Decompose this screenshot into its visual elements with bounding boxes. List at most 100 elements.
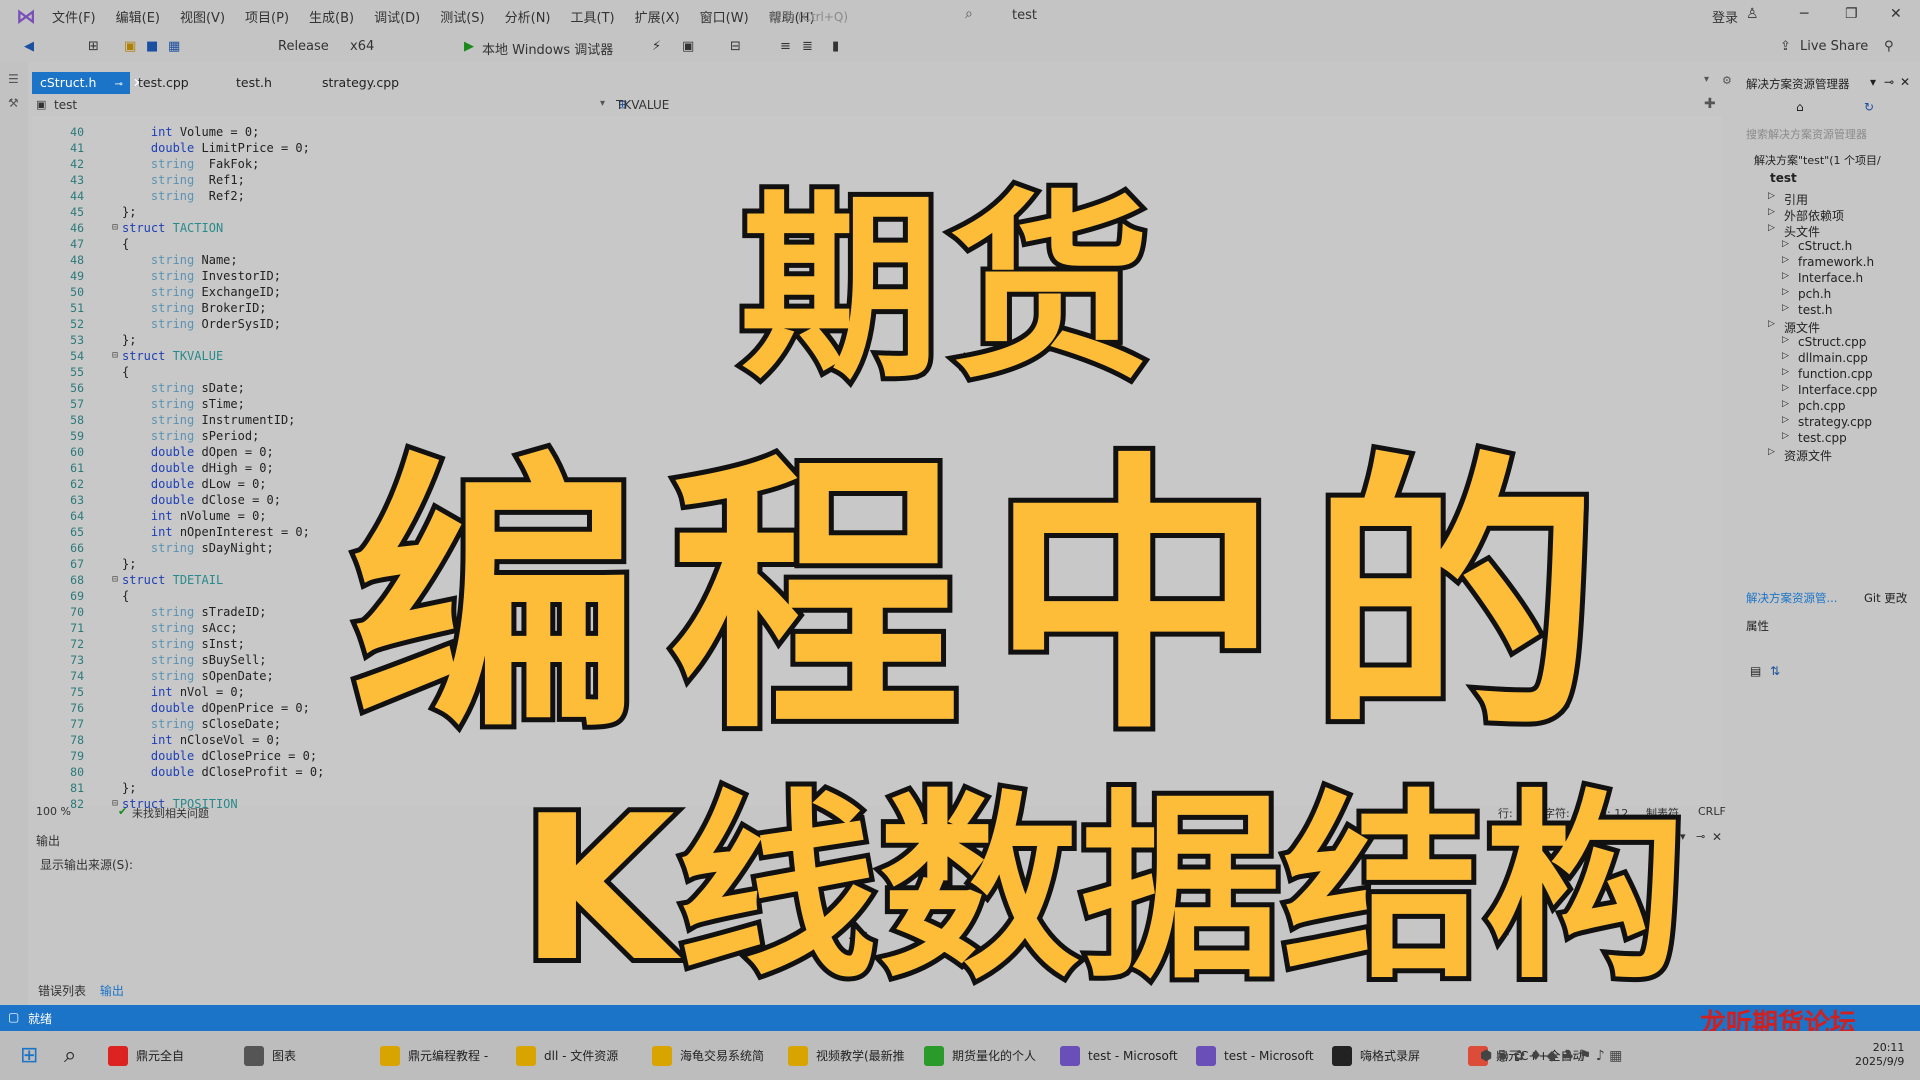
menu-test[interactable]: 测试(S): [440, 7, 484, 26]
solution-search-input[interactable]: 搜索解决方案资源管理器: [1746, 126, 1867, 142]
code-line[interactable]: 52 string OrderSysID;: [32, 316, 632, 332]
expand-arrow-icon[interactable]: ▷: [1782, 351, 1789, 361]
tree-item[interactable]: pch.cpp: [1798, 399, 1845, 413]
new-project-icon[interactable]: ⊞: [88, 39, 99, 54]
issues-indicator[interactable]: 未找到相关问题: [132, 805, 209, 821]
tab-list-dropdown-icon[interactable]: ▾: [1704, 74, 1709, 85]
taskbar-app[interactable]: test - Microsoft: [1196, 1031, 1314, 1080]
code-line[interactable]: 46 ⊟ struct TACTION: [32, 220, 632, 236]
close-icon[interactable]: ✕: [1900, 75, 1910, 89]
sort-icon[interactable]: ⇅: [1770, 664, 1780, 678]
refresh-icon[interactable]: ↻: [1864, 100, 1874, 114]
feedback-icon[interactable]: ⚲: [1884, 39, 1894, 54]
expand-arrow-icon[interactable]: ▷: [1782, 431, 1789, 441]
menu-build[interactable]: 生成(B): [309, 7, 354, 26]
code-line[interactable]: 50 string ExchangeID;: [32, 284, 632, 300]
save-all-icon[interactable]: ▦: [168, 39, 180, 54]
taskbar-app[interactable]: 鼎元全自: [108, 1031, 184, 1080]
search-icon[interactable]: ⌕: [64, 1031, 76, 1080]
expand-arrow-icon[interactable]: ▷: [1782, 367, 1789, 377]
search-input[interactable]: 搜索 (Ctrl+Q): [770, 8, 848, 25]
taskbar-app[interactable]: dll - 文件资源: [516, 1031, 618, 1080]
code-line[interactable]: 51 string BrokerID;: [32, 300, 632, 316]
tab-strategy-cpp[interactable]: strategy.cpp: [314, 72, 407, 94]
tab-output[interactable]: 输出: [100, 984, 124, 998]
tool-icon-2[interactable]: ▣: [682, 39, 694, 54]
close-icon[interactable]: ✕: [1890, 6, 1902, 22]
tree-item[interactable]: 外部依赖项: [1784, 207, 1844, 224]
code-line[interactable]: 47 {: [32, 236, 632, 252]
tree-item[interactable]: function.cpp: [1798, 367, 1873, 381]
expand-arrow-icon[interactable]: ▷: [1768, 447, 1775, 457]
code-line[interactable]: 48 string Name;: [32, 252, 632, 268]
tree-item[interactable]: cStruct.cpp: [1798, 335, 1866, 349]
git-changes-tab[interactable]: Git 更改: [1864, 590, 1907, 606]
code-line[interactable]: 57 string sTime;: [32, 396, 632, 412]
menu-extensions[interactable]: 扩展(X): [635, 7, 680, 26]
pin-icon[interactable]: ⊸: [1696, 830, 1705, 843]
tray-icons[interactable]: ⬢ ◉ ✿ ♦ ◆ ♣ ⚑ ♪ ▦: [1480, 1031, 1622, 1080]
solution-node[interactable]: 解决方案"test"(1 个项目/: [1754, 152, 1881, 168]
taskbar-app[interactable]: 海龟交易系统简: [652, 1031, 764, 1080]
tree-item[interactable]: strategy.cpp: [1798, 415, 1872, 429]
open-folder-icon[interactable]: ▣: [124, 39, 136, 54]
categorized-icon[interactable]: ▤: [1750, 664, 1761, 678]
code-line[interactable]: 41 double LimitPrice = 0;: [32, 140, 632, 156]
menu-view[interactable]: 视图(V): [180, 7, 225, 26]
expand-arrow-icon[interactable]: ▷: [1782, 383, 1789, 393]
tree-item[interactable]: 头文件: [1784, 223, 1820, 240]
tool-icon-3[interactable]: ⊟: [730, 39, 741, 54]
tool-icon-1[interactable]: ⚡: [652, 39, 661, 54]
code-line[interactable]: 44 string Ref2;: [32, 188, 632, 204]
indent-icon[interactable]: ≡: [780, 39, 791, 54]
taskbar-app[interactable]: 视频教学(最新推: [788, 1031, 905, 1080]
menu-project[interactable]: 项目(P): [245, 7, 289, 26]
bookmark-icon[interactable]: ▮: [832, 39, 839, 54]
live-share-button[interactable]: Live Share: [1800, 39, 1868, 54]
live-share-icon[interactable]: ⇪: [1780, 39, 1791, 54]
code-line[interactable]: 40 int Volume = 0;: [32, 124, 632, 140]
tab-test-h[interactable]: test.h: [228, 72, 280, 94]
taskbar-app[interactable]: 期货量化的个人: [924, 1031, 1036, 1080]
code-line[interactable]: 54 ⊟ struct TKVALUE: [32, 348, 632, 364]
menu-debug[interactable]: 调试(D): [374, 7, 420, 26]
tab-test-cpp[interactable]: test.cpp: [130, 72, 197, 94]
fold-toggle-icon[interactable]: ⊟: [112, 572, 118, 588]
tree-item[interactable]: cStruct.h: [1798, 239, 1852, 253]
code-line[interactable]: 42 string FakFok;: [32, 156, 632, 172]
tree-item[interactable]: test.h: [1798, 303, 1832, 317]
outdent-icon[interactable]: ≣: [802, 39, 813, 54]
tree-item[interactable]: test.cpp: [1798, 431, 1847, 445]
code-line[interactable]: 56 string sDate;: [32, 380, 632, 396]
tab-error-list[interactable]: 错误列表: [38, 984, 86, 998]
menu-analyze[interactable]: 分析(N): [505, 7, 551, 26]
home-icon[interactable]: ⌂: [1796, 100, 1804, 114]
expand-arrow-icon[interactable]: ▷: [1782, 399, 1789, 409]
expand-arrow-icon[interactable]: ▷: [1782, 335, 1789, 345]
configuration-select[interactable]: Release: [278, 39, 329, 54]
code-line[interactable]: 49 string InvestorID;: [32, 268, 632, 284]
search-icon[interactable]: ⌕: [965, 6, 973, 22]
fold-toggle-icon[interactable]: ⊟: [112, 348, 118, 364]
expand-arrow-icon[interactable]: ▷: [1782, 415, 1789, 425]
clock[interactable]: 20:11 2025/9/9: [1855, 1041, 1904, 1069]
start-icon[interactable]: ⊞: [20, 1031, 38, 1080]
expand-arrow-icon[interactable]: ▷: [1782, 255, 1789, 265]
save-icon[interactable]: ■: [146, 39, 158, 54]
taskbar-app[interactable]: 图表: [244, 1031, 296, 1080]
expand-arrow-icon[interactable]: ▷: [1768, 191, 1775, 201]
tree-item[interactable]: dllmain.cpp: [1798, 351, 1868, 365]
close-icon[interactable]: ✕: [1712, 830, 1722, 844]
code-line[interactable]: 55 {: [32, 364, 632, 380]
login-button[interactable]: 登录: [1712, 7, 1738, 26]
expand-arrow-icon[interactable]: ▷: [1768, 223, 1775, 233]
code-line[interactable]: 45};: [32, 204, 632, 220]
tree-item[interactable]: 资源文件: [1784, 447, 1832, 464]
zoom-level[interactable]: 100 %: [36, 805, 71, 818]
taskbar-app[interactable]: test - Microsoft: [1060, 1031, 1178, 1080]
code-line[interactable]: 53};: [32, 332, 632, 348]
start-debug-icon[interactable]: ▶: [464, 39, 474, 54]
minimize-icon[interactable]: ─: [1800, 6, 1808, 22]
back-icon[interactable]: ◀: [24, 39, 34, 54]
expand-arrow-icon[interactable]: ▷: [1782, 287, 1789, 297]
